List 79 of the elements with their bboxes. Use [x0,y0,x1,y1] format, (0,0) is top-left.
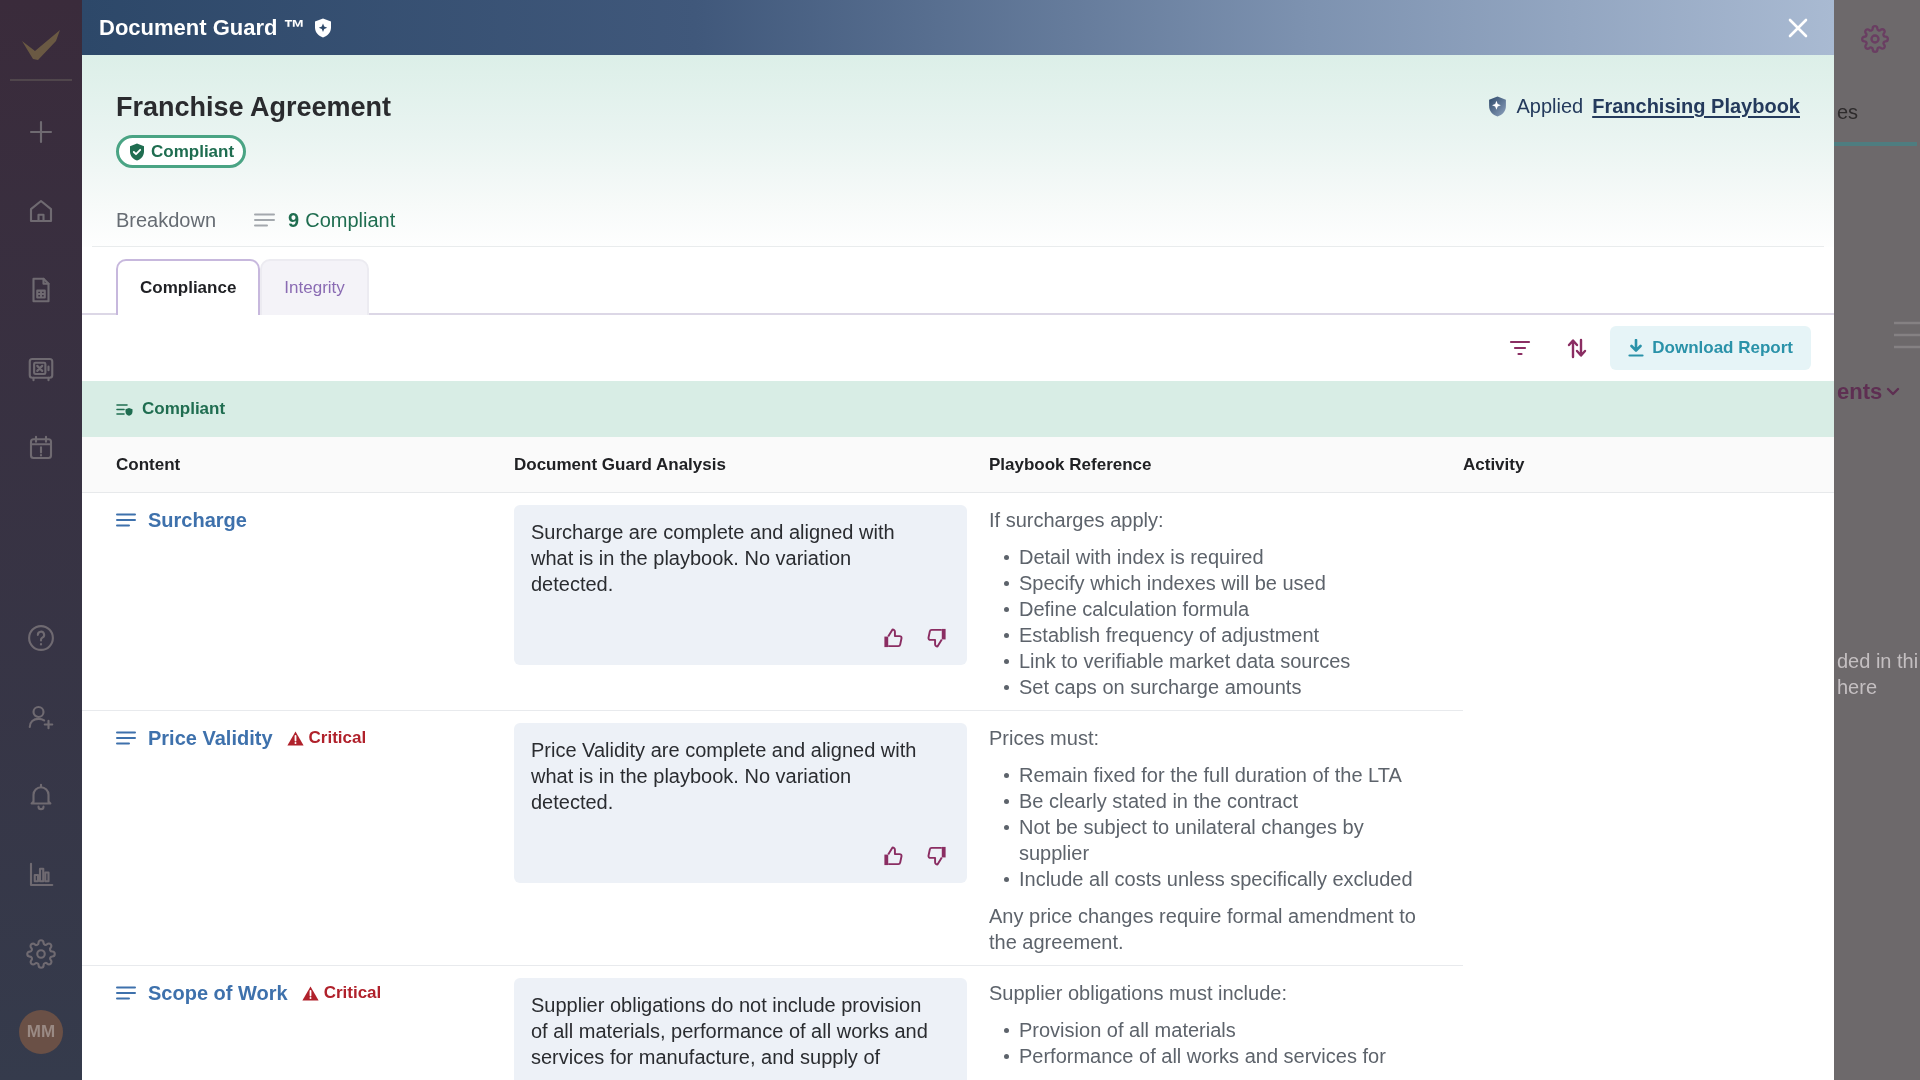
reference-item: Specify which indexes will be used [1019,571,1326,596]
reference-text: Any price changes require formal amendment to the agreement. [989,904,1417,955]
bullet-icon [1004,1054,1009,1059]
settings-icon[interactable] [26,939,56,969]
check-logo-icon[interactable] [21,28,61,62]
chevron-down-icon[interactable] [1886,387,1901,397]
note-fragment: ded in thi [1837,649,1919,674]
column-header: Document Guard Analysis [514,453,726,476]
compliant-count-label: Compliant [305,207,396,233]
reference-item: Provision of all materials [1019,1018,1236,1043]
bullet-icon [1004,555,1009,560]
help-icon[interactable] [26,623,56,653]
clause-link[interactable]: Surcharge [148,505,247,535]
note-fragment: here [1837,675,1878,700]
bullet-icon [1004,825,1009,830]
bullet-icon [1004,799,1009,804]
reference-item: Include all costs unless specifically excluded [1019,867,1413,892]
applied-label: Applied [1516,94,1584,119]
reference-item: Performance of all works and services for [1019,1044,1386,1069]
download-report-button[interactable]: Download Report [1610,326,1811,370]
lines-icon [116,513,136,527]
analysis-text: Supplier obligations do not include provision of all materials, performance of all works and services for manufacture, and supply of [531,993,929,1070]
shield-sparkle-icon [313,17,332,38]
lines-icon [1893,320,1920,350]
reference-text: Supplier obligations must include: [989,981,1288,1006]
reference-item: Define calculation formula [1019,597,1250,622]
filter-icon[interactable] [1509,340,1532,356]
warning-icon [286,730,304,746]
bullet-icon [1004,1028,1009,1033]
column-header: Playbook Reference [989,453,1152,476]
document-title: Franchise Agreement [116,91,392,124]
lines-icon [116,986,136,1000]
bullet-icon [1004,581,1009,586]
thumbs-down-icon[interactable] [926,845,948,867]
shield-check-icon [129,142,145,161]
severity-label: Critical [323,982,382,1005]
reference-item: Be clearly stated in the contract [1019,789,1299,814]
analysis-text: Price Validity are complete and aligned with what is in the playbook. No variation detected. [531,738,918,815]
group-label: Compliant [142,398,226,421]
reference-item: Not be subject to unilateral changes by supplier [1019,815,1365,866]
column-header: Activity [1463,453,1525,476]
column-header: Content [116,453,181,476]
tab[interactable]: Integrity [260,259,369,315]
compliant-count: 9 [288,207,300,233]
thumbs-up-icon[interactable] [882,845,904,867]
download-icon [1628,339,1645,357]
sort-icon[interactable] [1566,337,1589,359]
reference-item: Link to verifiable market data sources [1019,649,1351,674]
bullet-icon [1004,659,1009,664]
reference-text: If surcharges apply: [989,508,1165,533]
playbook-link[interactable]: Franchising Playbook [1592,93,1800,119]
thumbs-up-icon[interactable] [882,627,904,649]
severity-label: Critical [308,727,367,750]
lines-icon [116,731,136,745]
bullet-icon [1004,633,1009,638]
reference-item: Set caps on surcharge amounts [1019,675,1302,700]
breakdown-label: Breakdown [116,207,217,233]
bullet-icon [1004,607,1009,612]
list-shield-icon [116,402,133,416]
tab-fragment[interactable]: es [1837,100,1859,124]
tab[interactable]: Compliance [116,259,261,315]
analysis-text: Surcharge are complete and aligned with what is in the playbook. No variation detected. [531,520,896,597]
bullet-icon [1004,877,1009,882]
reference-item: Remain fixed for the full duration of the LTA [1019,763,1402,788]
lines-icon [254,212,276,227]
clause-link[interactable]: Price Validity [148,723,273,753]
dialog-title: Document Guard ™ [99,14,306,41]
reference-item: Establish frequency of adjustment [1019,623,1320,648]
clause-link[interactable]: Scope of Work [148,978,288,1008]
reference-item: Detail with index is required [1019,545,1264,570]
thumbs-down-icon[interactable] [926,627,948,649]
close-icon[interactable] [1788,17,1808,38]
reference-text: Prices must: [989,726,1101,751]
status-label: Compliant [151,141,235,162]
bullet-icon [1004,685,1009,690]
bullet-icon [1004,773,1009,778]
settings-icon[interactable] [1861,25,1889,53]
shield-sparkle-icon [1488,95,1508,117]
warning-icon [301,985,319,1001]
